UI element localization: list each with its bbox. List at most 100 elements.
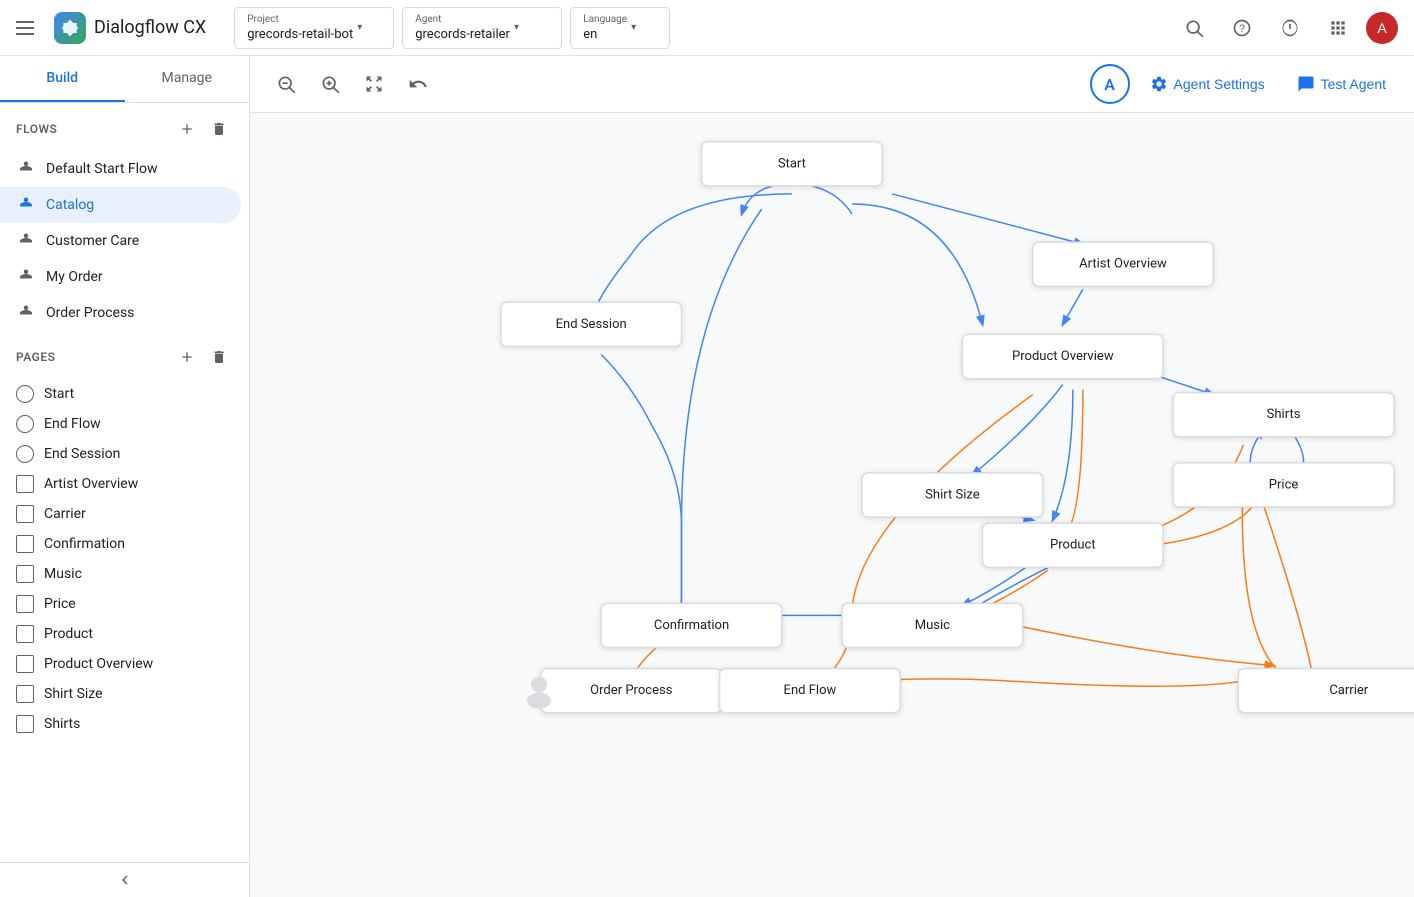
circle-icon <box>16 445 34 463</box>
sidebar-item-shirt-size[interactable]: Shirt Size <box>0 679 249 709</box>
apps-button[interactable] <box>1318 8 1358 48</box>
page-label: Start <box>44 386 74 402</box>
svg-text:Confirmation: Confirmation <box>654 618 729 633</box>
svg-text:Artist Overview: Artist Overview <box>1079 257 1167 272</box>
pages-section-title: PAGES <box>16 350 55 364</box>
sidebar-item-price[interactable]: Price <box>0 589 249 619</box>
page-label: Artist Overview <box>44 476 138 492</box>
svg-text:Shirts: Shirts <box>1267 407 1301 422</box>
agent-dropdown[interactable]: Agent grecords-retailer ▾ <box>402 7 562 49</box>
delete-page-button[interactable] <box>205 343 233 371</box>
sidebar-item-confirmation[interactable]: Confirmation <box>0 529 249 559</box>
flow-canvas[interactable]: Start End Session Artist Overview Produc… <box>250 113 1414 897</box>
sidebar-item-artist-overview[interactable]: Artist Overview <box>0 469 249 499</box>
node-order-process[interactable]: Order Process <box>541 669 722 713</box>
delete-flow-button[interactable] <box>205 115 233 143</box>
node-artist-overview[interactable]: Artist Overview <box>1033 242 1214 286</box>
node-price[interactable]: Price <box>1173 463 1394 507</box>
svg-text:Music: Music <box>915 618 950 633</box>
app-title: Dialogflow CX <box>94 17 206 38</box>
zoom-in-button[interactable] <box>310 64 350 104</box>
timer-button[interactable] <box>1270 8 1310 48</box>
project-dropdown[interactable]: Project grecords-retail-bot ▾ <box>234 7 394 49</box>
node-end-flow[interactable]: End Flow <box>720 669 901 713</box>
svg-text:Start: Start <box>778 156 806 171</box>
sidebar-item-carrier[interactable]: Carrier <box>0 499 249 529</box>
undo-button[interactable] <box>398 64 438 104</box>
page-label: Confirmation <box>44 536 125 552</box>
logo[interactable]: Dialogflow CX <box>54 12 206 44</box>
page-label: Price <box>44 596 76 612</box>
node-product-overview[interactable]: Product Overview <box>962 334 1163 378</box>
agent-settings-button[interactable]: Agent Settings <box>1138 67 1277 101</box>
help-button[interactable]: ? <box>1222 8 1262 48</box>
flows-section: FLOWS <box>0 103 249 151</box>
svg-text:Product Overview: Product Overview <box>1012 349 1114 364</box>
svg-text:Carrier: Carrier <box>1329 683 1368 698</box>
node-shirts[interactable]: Shirts <box>1173 393 1394 437</box>
canvas-area: A Agent Settings Test Agent <box>250 56 1414 897</box>
circle-icon <box>16 385 34 403</box>
flow-icon <box>16 303 36 323</box>
sidebar-item-customer-care[interactable]: Customer Care <box>0 223 241 259</box>
node-start[interactable]: Start <box>702 142 883 186</box>
logo-icon <box>54 12 86 44</box>
user-avatar-button[interactable]: A <box>1366 12 1398 44</box>
language-dropdown-arrow: ▾ <box>631 22 636 33</box>
node-end-session[interactable]: End Session <box>501 302 682 346</box>
flow-label: Order Process <box>46 305 134 321</box>
fit-screen-button[interactable] <box>354 64 394 104</box>
sidebar-item-catalog[interactable]: Catalog <box>0 187 241 223</box>
project-dropdown-arrow: ▾ <box>357 22 362 33</box>
language-dropdown[interactable]: Language en ▾ <box>570 7 670 49</box>
page-icon <box>16 595 34 613</box>
flows-section-title: FLOWS <box>16 122 57 136</box>
agent-settings-label: Agent Settings <box>1174 76 1265 92</box>
tab-build[interactable]: Build <box>0 56 125 102</box>
agent-avatar: A <box>1090 64 1130 104</box>
canvas-toolbar-right: A Agent Settings Test Agent <box>1090 64 1398 104</box>
flow-icon <box>16 231 36 251</box>
page-icon <box>16 685 34 703</box>
svg-text:End Session: End Session <box>556 317 627 332</box>
node-shirt-size[interactable]: Shirt Size <box>862 473 1043 517</box>
sidebar-item-end-flow[interactable]: End Flow <box>0 409 249 439</box>
top-nav: Dialogflow CX Project grecords-retail-bo… <box>0 0 1414 56</box>
pages-section: PAGES <box>0 331 249 379</box>
flow-label: Customer Care <box>46 233 139 249</box>
page-label: Music <box>44 566 82 582</box>
page-label: End Session <box>44 446 120 462</box>
sidebar-item-shirts[interactable]: Shirts <box>0 709 249 739</box>
sidebar-item-product-overview[interactable]: Product Overview <box>0 649 249 679</box>
page-label: Shirts <box>44 716 80 732</box>
test-agent-label: Test Agent <box>1321 76 1386 92</box>
add-flow-button[interactable] <box>173 115 201 143</box>
sidebar-item-music[interactable]: Music <box>0 559 249 589</box>
svg-text:Order Process: Order Process <box>590 683 673 698</box>
node-product[interactable]: Product <box>983 523 1164 567</box>
page-icon <box>16 625 34 643</box>
page-icon <box>16 715 34 733</box>
svg-text:Product: Product <box>1050 538 1096 553</box>
add-page-button[interactable] <box>173 343 201 371</box>
flow-icon <box>16 195 36 215</box>
sidebar: Build Manage FLOWS <box>0 56 250 897</box>
test-agent-button[interactable]: Test Agent <box>1285 67 1398 101</box>
sidebar-item-product[interactable]: Product <box>0 619 249 649</box>
node-carrier[interactable]: Carrier <box>1238 669 1414 713</box>
sidebar-item-my-order[interactable]: My Order <box>0 259 241 295</box>
menu-button[interactable] <box>16 21 34 35</box>
search-button[interactable] <box>1174 8 1214 48</box>
sidebar-collapse-button[interactable] <box>0 862 249 897</box>
sidebar-item-default-start-flow[interactable]: Default Start Flow <box>0 151 241 187</box>
agent-dropdown-arrow: ▾ <box>514 22 519 33</box>
zoom-out-button[interactable] <box>266 64 306 104</box>
tab-manage[interactable]: Manage <box>125 56 250 102</box>
sidebar-item-end-session[interactable]: End Session <box>0 439 249 469</box>
sidebar-item-start[interactable]: Start <box>0 379 249 409</box>
node-music[interactable]: Music <box>842 603 1023 647</box>
sidebar-item-order-process[interactable]: Order Process <box>0 295 241 331</box>
page-icon <box>16 535 34 553</box>
node-confirmation[interactable]: Confirmation <box>601 603 782 647</box>
page-icon <box>16 475 34 493</box>
